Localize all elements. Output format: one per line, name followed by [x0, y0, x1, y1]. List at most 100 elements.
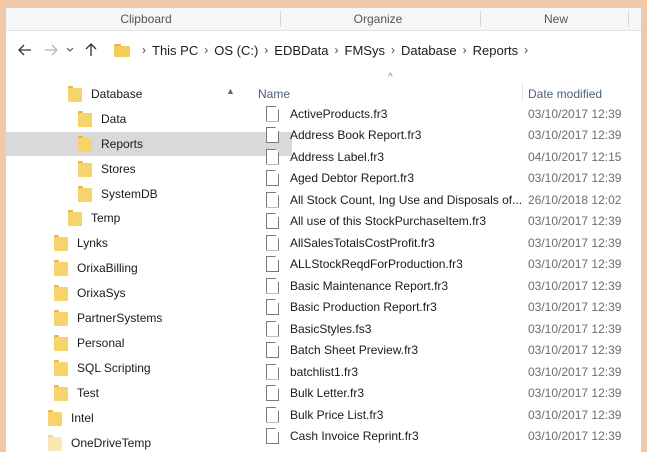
file-name: Basic Production Report.fr3 [290, 300, 437, 314]
nav-item-label: Lynks [77, 236, 108, 250]
nav-item-sql-scripting[interactable]: SQL Scripting [6, 356, 268, 380]
file-list: ^ Name Date modified ActiveProducts.fr3 0… [250, 70, 641, 452]
file-name: Bulk Price List.fr3 [290, 407, 384, 422]
folder-icon [48, 410, 62, 426]
file-date-modified: 03/10/2017 12:39 [528, 321, 622, 336]
folder-icon [68, 210, 82, 226]
file-row[interactable]: Basic Maintenance Report.fr3 03/10/2017 1… [250, 275, 641, 296]
file-row[interactable]: All use of this StockPurchaseItem.fr3 03/… [250, 211, 641, 232]
file-row[interactable]: Batch Sheet Preview.fr3 03/10/2017 12:39 [250, 340, 641, 361]
nav-item-personal[interactable]: Personal [6, 331, 268, 355]
breadcrumb-this-pc[interactable]: This PC [152, 43, 198, 58]
nav-item-orixabilling[interactable]: OrixaBilling [6, 256, 268, 280]
folder-icon [54, 360, 68, 376]
folder-icon [78, 136, 92, 152]
breadcrumb-fmsys[interactable]: FMSys [345, 43, 385, 58]
file-date-modified: 03/10/2017 12:39 [528, 386, 622, 400]
nav-item-partnersystems[interactable]: PartnerSystems [6, 306, 268, 330]
file-name: Aged Debtor Report.fr3 [290, 171, 415, 185]
nav-item-onedrivetemp[interactable]: OneDriveTemp [6, 431, 262, 452]
ribbon-divider [280, 11, 281, 27]
nav-item-intel[interactable]: Intel [6, 406, 262, 430]
file-icon [266, 363, 279, 380]
breadcrumb[interactable]: › This PC › OS (C:) › EDBData › FMSys › … [110, 37, 641, 63]
folder-icon [78, 111, 92, 127]
file-row[interactable]: batchlist1.fr3 03/10/2017 12:39 [250, 361, 641, 382]
up-button[interactable] [82, 41, 100, 59]
file-name: batchlist1.fr3 [290, 364, 359, 379]
file-date-modified: 03/10/2017 12:39 [528, 171, 622, 185]
recent-locations-button[interactable] [64, 41, 76, 59]
folder-icon [78, 161, 92, 177]
file-row[interactable]: Basic Production Report.fr3 03/10/2017 12… [250, 297, 641, 318]
nav-item-orixasys[interactable]: OrixaSys [6, 281, 268, 305]
folder-icon [54, 285, 68, 301]
chevron-right-icon[interactable]: › [463, 43, 467, 57]
forward-button[interactable] [42, 41, 60, 59]
file-row[interactable]: Address Book Report.fr3 03/10/2017 12:39 [250, 125, 641, 146]
file-name: AllSalesTotalsCostProfit.fr3 [290, 235, 435, 250]
file-icon [266, 105, 279, 122]
column-header-date-modified[interactable]: Date modified [528, 87, 602, 101]
breadcrumb-database[interactable]: Database [401, 43, 457, 58]
nav-item-label: OrixaBilling [77, 261, 138, 275]
folder-icon [78, 186, 92, 202]
navigation-pane: ▲ Database Data Reports Stores SystemDB … [6, 70, 292, 452]
column-divider[interactable] [522, 82, 523, 102]
chevron-right-icon[interactable]: › [142, 43, 146, 57]
file-name: BasicStyles.fs3 [290, 321, 372, 336]
file-row[interactable]: All Stock Count, Ing Use and Disposals o… [250, 189, 641, 210]
file-icon [266, 406, 279, 423]
file-row[interactable]: AllSalesTotalsCostProfit.fr3 03/10/2017 1… [250, 232, 641, 253]
chevron-right-icon[interactable]: › [264, 43, 268, 57]
file-date-modified: 04/10/2017 12:15 [528, 149, 622, 164]
folder-icon [54, 235, 68, 251]
folder-icon [48, 435, 62, 451]
file-name: Address Label.fr3 [290, 149, 385, 164]
file-row[interactable]: Cash Invoice Reprint.fr3 03/10/2017 12:39 [250, 426, 641, 447]
breadcrumb-os-c[interactable]: OS (C:) [214, 43, 258, 58]
file-name: Address Book Report.fr3 [290, 128, 422, 142]
breadcrumb-reports[interactable]: Reports [473, 43, 519, 58]
file-icon [266, 277, 279, 294]
chevron-right-icon[interactable]: › [391, 43, 395, 57]
chevron-down-icon [66, 47, 74, 52]
file-icon [266, 191, 279, 208]
file-icon [266, 234, 279, 251]
nav-item-temp[interactable]: Temp [6, 206, 282, 230]
file-icon [266, 320, 279, 337]
file-row[interactable]: Address Label.fr3 04/10/2017 12:15 [250, 146, 641, 167]
file-row[interactable]: ActiveProducts.fr3 03/10/2017 12:39 [250, 103, 641, 124]
file-row[interactable]: Bulk Letter.fr3 03/10/2017 12:39 [250, 383, 641, 404]
file-name: All Stock Count, Ing Use and Disposals o… [290, 192, 523, 207]
nav-item-lynks[interactable]: Lynks [6, 231, 268, 255]
folder-icon [114, 43, 130, 57]
file-date-modified: 03/10/2017 12:39 [528, 128, 622, 142]
file-date-modified: 03/10/2017 12:39 [528, 429, 622, 443]
folder-icon [68, 86, 82, 102]
file-date-modified: 03/10/2017 12:39 [528, 364, 622, 379]
back-button[interactable] [16, 41, 34, 59]
arrow-up-icon [85, 43, 97, 56]
nav-item-label: Personal [77, 336, 125, 350]
file-row[interactable]: ALLStockReqdForProduction.fr3 03/10/2017 … [250, 254, 641, 275]
chevron-right-icon[interactable]: › [524, 43, 528, 57]
chevron-right-icon[interactable]: › [204, 43, 208, 57]
nav-item-label: Reports [101, 137, 144, 151]
column-header-name[interactable]: Name [258, 87, 290, 101]
file-row[interactable]: Bulk Price List.fr3 03/10/2017 12:39 [250, 404, 641, 425]
arrow-left-icon [18, 44, 31, 56]
file-row[interactable]: BasicStyles.fs3 03/10/2017 12:39 [250, 318, 641, 339]
file-icon [266, 342, 279, 358]
ribbon-divider [628, 11, 629, 27]
nav-item-test[interactable]: Test [6, 381, 268, 405]
nav-item-label: Stores [101, 162, 136, 176]
folder-icon [54, 335, 68, 351]
file-icon [266, 256, 279, 272]
file-row[interactable]: Aged Debtor Report.fr3 03/10/2017 12:39 [250, 168, 641, 189]
chevron-right-icon[interactable]: › [335, 43, 339, 57]
breadcrumb-edbdata[interactable]: EDBData [274, 43, 328, 58]
nav-item-database[interactable]: Database [6, 82, 282, 106]
nav-item-label: Test [77, 386, 100, 400]
file-date-modified: 03/10/2017 12:39 [528, 278, 622, 293]
